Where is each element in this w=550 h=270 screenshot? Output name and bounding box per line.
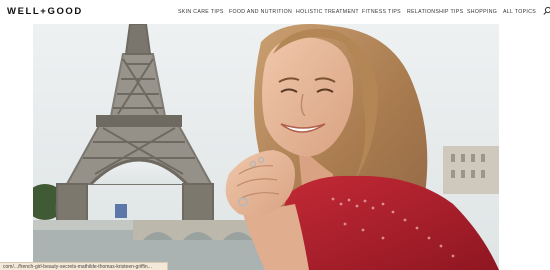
page: WELL+GOOD SKIN CARE TIPS FOOD AND NUTRIT… — [0, 0, 550, 270]
nav-item-relationship-tips[interactable]: RELATIONSHIP TIPS — [407, 9, 463, 16]
nav-item-skin-care-tips[interactable]: SKIN CARE TIPS — [178, 9, 224, 16]
hero-illustration — [33, 24, 499, 270]
search-icon[interactable] — [543, 6, 550, 16]
site-header: WELL+GOOD SKIN CARE TIPS FOOD AND NUTRIT… — [0, 0, 550, 24]
hero-image[interactable] — [33, 24, 499, 270]
site-logo[interactable]: WELL+GOOD — [7, 6, 83, 17]
nav-item-holistic-treatment[interactable]: HOLISTIC TREATMENT — [296, 9, 359, 16]
nav-item-food-and-nutrition[interactable]: FOOD AND NUTRITION — [229, 9, 292, 16]
nav-item-shopping[interactable]: SHOPPING — [467, 9, 497, 16]
status-bar-url: com/.../french-girl-beauty-secrets-mathi… — [0, 262, 168, 270]
nav-item-fitness-tips[interactable]: FITNESS TIPS — [362, 9, 401, 16]
boat — [115, 204, 127, 218]
nav-item-all-topics[interactable]: ALL TOPICS — [503, 9, 536, 16]
